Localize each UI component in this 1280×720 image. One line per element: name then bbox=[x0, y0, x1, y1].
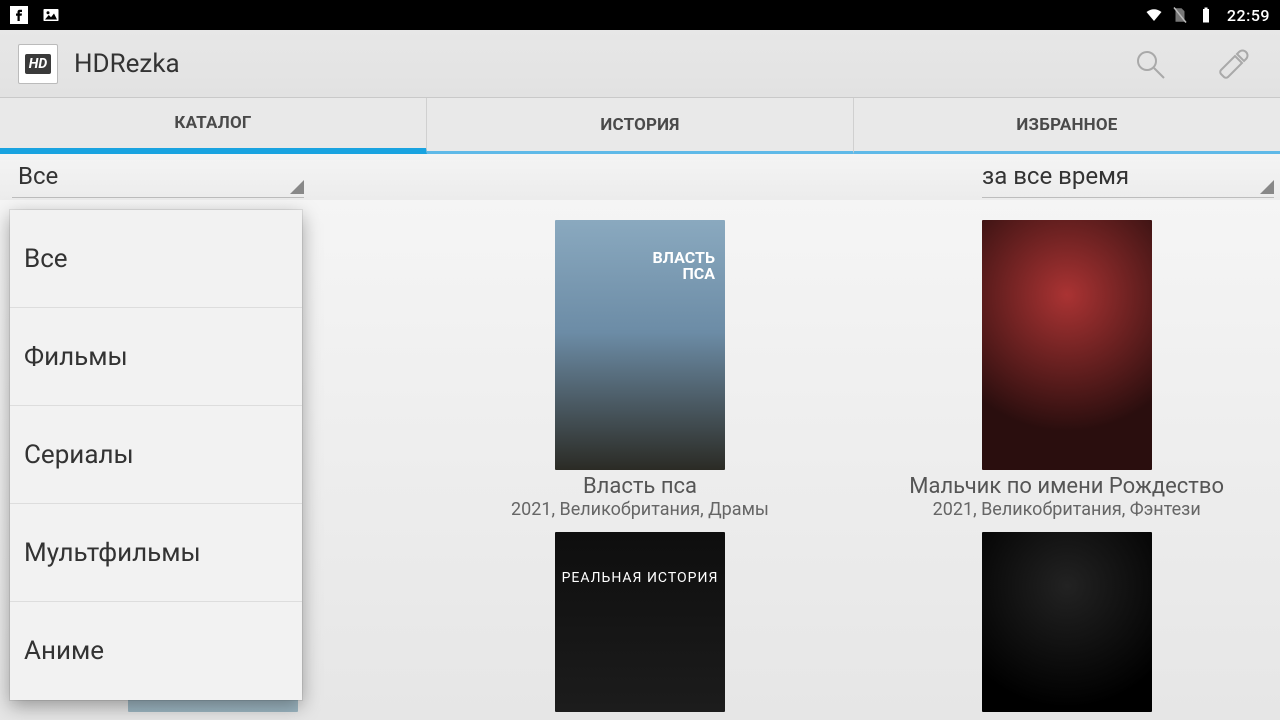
category-spinner[interactable]: Все bbox=[0, 156, 310, 196]
battery-icon bbox=[1197, 6, 1215, 24]
period-spinner[interactable]: за все время bbox=[970, 156, 1280, 196]
app-title: HDRezka bbox=[74, 49, 180, 79]
tab-history[interactable]: ИСТОРИЯ bbox=[427, 98, 854, 154]
tab-favorites[interactable]: ИЗБРАННОЕ bbox=[854, 98, 1280, 154]
dropdown-option-label: Мультфильмы bbox=[24, 538, 201, 568]
movie-card[interactable] bbox=[907, 532, 1227, 712]
dropdown-option-cartoons[interactable]: Мультфильмы bbox=[10, 504, 302, 602]
movie-poster: ВЛАСТЬ ПСА bbox=[555, 220, 725, 470]
tab-label: КАТАЛОГ bbox=[174, 113, 251, 133]
settings-wrench-icon[interactable] bbox=[1216, 46, 1252, 82]
tab-label: ИЗБРАННОЕ bbox=[1016, 115, 1117, 135]
tab-bar: КАТАЛОГ ИСТОРИЯ ИЗБРАННОЕ bbox=[0, 98, 1280, 154]
gallery-notif-icon bbox=[42, 6, 60, 24]
movie-meta: 2021, Великобритания, Драмы bbox=[511, 499, 769, 520]
tab-label: ИСТОРИЯ bbox=[600, 115, 679, 135]
app-icon: HD bbox=[18, 44, 58, 84]
dropdown-option-label: Сериалы bbox=[24, 440, 134, 470]
app-action-bar: HD HDRezka bbox=[0, 30, 1280, 98]
status-clock: 22:59 bbox=[1227, 6, 1270, 25]
category-spinner-value: Все bbox=[18, 162, 58, 190]
dropdown-option-all[interactable]: Все bbox=[10, 210, 302, 308]
no-sim-icon bbox=[1171, 6, 1189, 24]
dropdown-option-label: Аниме bbox=[24, 636, 104, 666]
movie-title: Мальчик по имени Рождество bbox=[909, 474, 1224, 499]
tab-catalog[interactable]: КАТАЛОГ bbox=[0, 98, 427, 154]
movie-card[interactable]: ВЛАСТЬ ПСА Власть пса 2021, Великобритан… bbox=[480, 220, 800, 520]
wifi-icon bbox=[1145, 6, 1163, 24]
dropdown-option-label: Фильмы bbox=[24, 342, 128, 372]
dropdown-option-films[interactable]: Фильмы bbox=[10, 308, 302, 406]
movie-meta: 2021, Великобритания, Фэнтези bbox=[933, 499, 1201, 520]
category-dropdown: Все Фильмы Сериалы Мультфильмы Аниме bbox=[10, 210, 302, 700]
movie-title: Власть пса bbox=[583, 474, 697, 499]
android-status-bar: 22:59 bbox=[0, 0, 1280, 30]
facebook-notif-icon bbox=[10, 6, 28, 24]
movie-poster bbox=[982, 532, 1152, 712]
movie-poster bbox=[982, 220, 1152, 470]
search-icon[interactable] bbox=[1132, 46, 1168, 82]
dropdown-option-series[interactable]: Сериалы bbox=[10, 406, 302, 504]
dropdown-option-label: Все bbox=[24, 244, 68, 274]
app-icon-text: HD bbox=[25, 54, 51, 74]
movie-card[interactable]: РЕАЛЬНАЯ ИСТОРИЯ bbox=[480, 532, 800, 712]
filter-row: Все за все время bbox=[0, 154, 1280, 200]
movie-poster: РЕАЛЬНАЯ ИСТОРИЯ bbox=[555, 532, 725, 712]
dropdown-option-anime[interactable]: Аниме bbox=[10, 602, 302, 700]
movie-card[interactable]: Мальчик по имени Рождество 2021, Великоб… bbox=[907, 220, 1227, 520]
period-spinner-value: за все время bbox=[982, 162, 1129, 190]
